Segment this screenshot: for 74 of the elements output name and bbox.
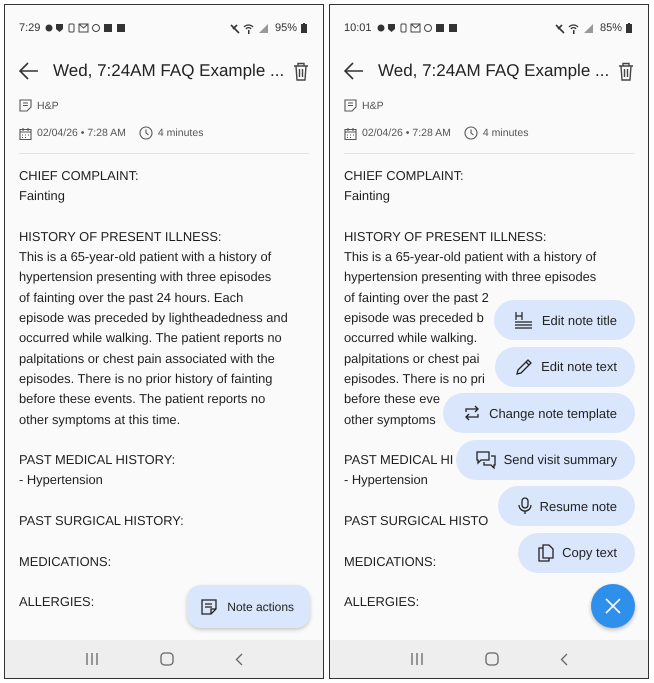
recents-icon[interactable] [410, 653, 424, 665]
section-heading: CHIEF COMPLAINT: [19, 167, 139, 185]
text-line: This is a 65-year-old patient with a history of [344, 248, 596, 266]
text-line: other symptoms [344, 410, 436, 429]
text-line: episode was preceded b [344, 309, 484, 328]
status-time: 7:29 [19, 22, 40, 34]
status-icons-drawing [554, 22, 595, 34]
note-date: 02/04/26 • 7:28 AM [37, 127, 126, 139]
section-heading: ALLERGIES: [19, 593, 94, 612]
close-button[interactable] [591, 584, 635, 628]
note-icon [344, 99, 357, 112]
clock-icon [464, 126, 478, 140]
text-line: of fainting over the past 2 [344, 288, 489, 307]
note-icon [19, 99, 32, 112]
section-heading: PAST MEDICAL HISTORY: [19, 451, 176, 470]
chat-icon [476, 450, 496, 468]
text-line: episodes. There is no pri [344, 370, 485, 388]
swap-arrows-icon [463, 405, 482, 421]
note-title: Wed, 7:24AM FAQ Example ... [378, 61, 610, 81]
calendar-icon [19, 126, 32, 140]
back-icon[interactable] [344, 62, 364, 80]
microphone-icon [518, 497, 532, 515]
status-time: 10:01 [344, 22, 372, 34]
text-line: hypertension presenting with three episodes [344, 268, 596, 286]
trash-icon[interactable] [618, 62, 634, 80]
section-heading: MEDICATIONS: [344, 552, 436, 571]
note-duration: 4 minutes [482, 127, 528, 139]
section-heading: CHIEF COMPLAINT: [344, 167, 464, 185]
battery-percent: 85% [600, 22, 622, 34]
nav-back-icon[interactable] [560, 652, 568, 666]
text-line: before these eve [344, 390, 440, 408]
section-heading: PAST MEDICAL HI [344, 451, 454, 470]
section-heading: PAST SURGICAL HISTO [344, 512, 488, 530]
section-heading: MEDICATIONS: [19, 552, 112, 571]
battery-icon [301, 23, 307, 33]
back-icon[interactable] [19, 62, 39, 80]
nav-back-icon[interactable] [234, 652, 243, 666]
clock-icon [138, 126, 153, 140]
menu-item[interactable]: Resume note [498, 486, 635, 526]
battery-percent: 95% [274, 22, 297, 34]
pencil-icon [515, 358, 534, 376]
menu-item[interactable]: Edit note text [495, 346, 635, 386]
text-line: - Hypertension [344, 471, 428, 490]
menu-item[interactable]: Change note template [443, 393, 635, 433]
section-heading: PAST SURGICAL HISTORY: [19, 512, 184, 530]
heading-icon [514, 311, 534, 329]
recents-icon[interactable] [85, 653, 100, 665]
calendar-icon [344, 126, 357, 140]
note-duration: 4 minutes [158, 127, 204, 139]
trash-icon[interactable] [293, 62, 309, 80]
section-text: Fainting [19, 187, 65, 206]
note-template: H&P [37, 100, 59, 112]
text-line: palpitations or chest pai [344, 350, 480, 368]
section-text: - Hypertension [19, 471, 103, 490]
section-heading: HISTORY OF PRESENT ILLNESS: [344, 228, 546, 246]
menu-item[interactable]: Copy text [518, 532, 635, 572]
menu-item[interactable]: Edit note title [494, 300, 635, 340]
note-icon [201, 598, 218, 614]
battery-icon [626, 23, 632, 33]
note-date: 02/04/26 • 7:28 AM [362, 127, 451, 139]
status-icons-drawing [230, 22, 270, 34]
home-icon[interactable] [484, 652, 499, 666]
section-text: This is a 65-year-old patient with a history of hypertension presenting with three episodes of fainting over the past 24 hours. Each episode was preceded by lightheadedness and occurred while walking. The patient reports no palpitations or chest pain associated with the episodes. There is no prior history of fainting before these events. The patient reports no other symptoms at this time. [19, 248, 288, 429]
note-template: H&P [362, 100, 384, 112]
menu-item[interactable]: Send visit summary [456, 440, 635, 480]
copy-icon [538, 544, 554, 562]
text-line: occurred while walking. [344, 329, 478, 348]
note-actions-button[interactable]: Note actions [187, 585, 310, 628]
section-heading: HISTORY OF PRESENT ILLNESS: [19, 228, 222, 246]
home-icon[interactable] [160, 652, 174, 666]
note-title: Wed, 7:24AM FAQ Example ... [53, 61, 286, 81]
close-icon [605, 598, 621, 614]
text-line: Fainting [344, 187, 390, 206]
section-heading: ALLERGIES: [344, 593, 420, 612]
